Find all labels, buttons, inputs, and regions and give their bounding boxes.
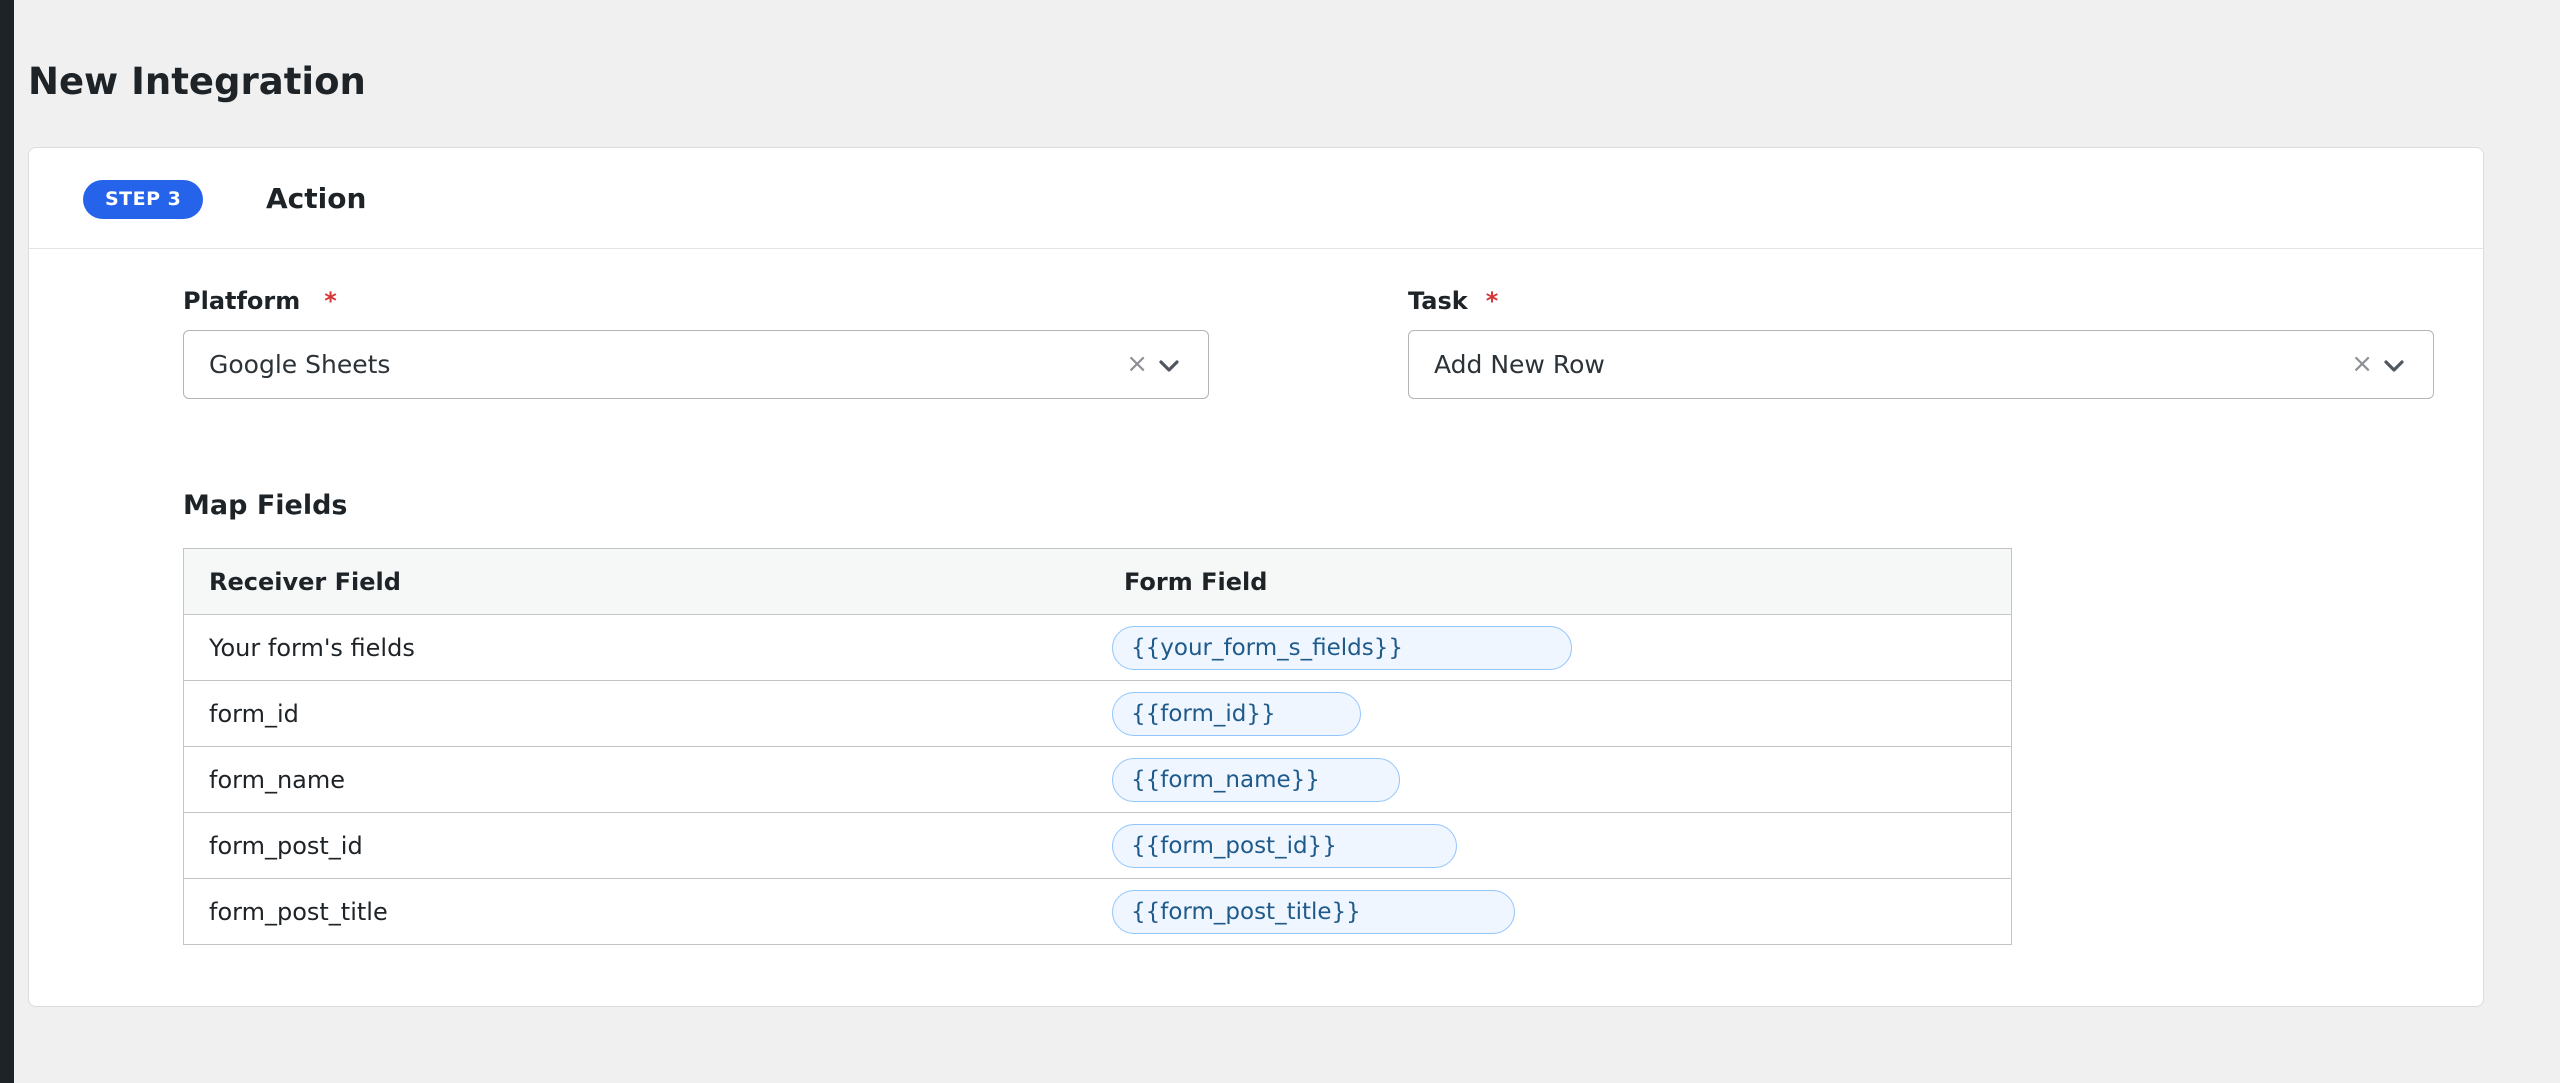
platform-required-mark: * xyxy=(324,287,337,315)
platform-label-text: Platform xyxy=(183,287,301,315)
form-field-cell: {{form_name}} xyxy=(1112,757,2011,802)
receiver-field-cell: form_id xyxy=(209,699,299,728)
receiver-field-cell: form_post_title xyxy=(209,897,388,926)
form-field-tag[interactable]: {{form_post_title}} xyxy=(1112,889,1515,934)
receiver-field-header: Receiver Field xyxy=(209,567,401,596)
table-row: form_post_id {{form_post_id}} xyxy=(184,812,2011,878)
map-fields-table: Receiver Field Form Field Your form's fi… xyxy=(183,548,2012,945)
table-row: form_post_title {{form_post_title}} xyxy=(184,878,2011,944)
form-field-cell: {{form_post_id}} xyxy=(1112,823,2011,868)
task-field: Task * Add New Row × xyxy=(1408,284,2434,399)
form-field-cell: {{form_id}} xyxy=(1112,691,2011,736)
clear-icon[interactable]: × xyxy=(1126,331,1148,398)
step-title: Action xyxy=(266,182,367,215)
table-row: Your form's fields {{your_form_s_fields}… xyxy=(184,614,2011,680)
clear-icon[interactable]: × xyxy=(2351,331,2373,398)
form-field-cell: {{form_post_title}} xyxy=(1112,889,2011,934)
task-select[interactable]: Add New Row × xyxy=(1408,330,2434,399)
task-select-value: Add New Row xyxy=(1434,350,1605,379)
table-row: form_id {{form_id}} xyxy=(184,680,2011,746)
receiver-field-cell: form_post_id xyxy=(209,831,363,860)
map-fields-title: Map Fields xyxy=(183,490,348,521)
step-card: STEP 3 Action Platform * Google Sheets ×… xyxy=(28,147,2484,1007)
platform-select[interactable]: Google Sheets × xyxy=(183,330,1209,399)
table-header-row: Receiver Field Form Field xyxy=(184,549,2011,614)
platform-label: Platform * xyxy=(183,284,1209,318)
task-required-mark: * xyxy=(1485,287,1499,315)
receiver-field-cell: Your form's fields xyxy=(209,633,415,662)
step-header: STEP 3 Action xyxy=(29,148,2483,249)
form-field-tag[interactable]: {{form_post_id}} xyxy=(1112,823,1457,868)
form-field-cell: {{your_form_s_fields}} xyxy=(1112,625,2011,670)
form-field-tag[interactable]: {{form_name}} xyxy=(1112,757,1400,802)
page-title: New Integration xyxy=(28,60,366,103)
form-field-header: Form Field xyxy=(1124,567,1268,596)
chevron-down-icon[interactable] xyxy=(2383,355,2405,377)
receiver-field-cell: form_name xyxy=(209,765,346,794)
chevron-down-icon[interactable] xyxy=(1158,355,1180,377)
table-row: form_name {{form_name}} xyxy=(184,746,2011,812)
step-badge: STEP 3 xyxy=(83,180,204,219)
platform-field: Platform * Google Sheets × xyxy=(183,284,1209,399)
task-label-text: Task xyxy=(1408,287,1468,315)
form-field-tag[interactable]: {{your_form_s_fields}} xyxy=(1112,625,1572,670)
form-field-tag[interactable]: {{form_id}} xyxy=(1112,691,1361,736)
task-label: Task * xyxy=(1408,284,2434,318)
platform-select-value: Google Sheets xyxy=(209,350,391,379)
admin-sidebar-edge xyxy=(0,0,14,1083)
